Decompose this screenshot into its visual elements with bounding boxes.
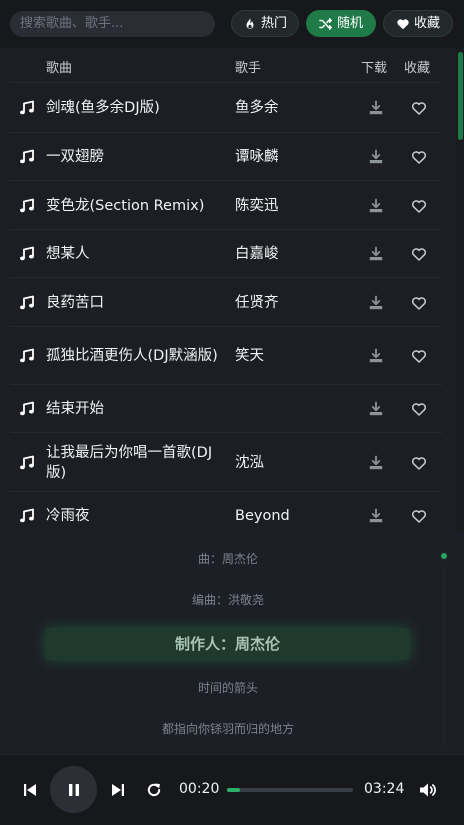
download-icon[interactable] — [368, 100, 384, 116]
favorite-heart-icon[interactable] — [411, 401, 427, 417]
song-title[interactable]: 想某人 — [46, 244, 228, 264]
fire-icon — [246, 17, 254, 29]
song-artist: 陈奕迅 — [235, 198, 279, 214]
progress-bar[interactable] — [227, 788, 353, 792]
song-artist: 鱼多余 — [235, 100, 279, 116]
favorite-heart-icon[interactable] — [411, 246, 427, 262]
table-row[interactable]: 冷雨夜 Beyond — [10, 491, 442, 532]
volume-button[interactable] — [418, 781, 438, 799]
total-time: 03:24 — [364, 781, 405, 797]
download-icon[interactable] — [368, 246, 384, 262]
lyric-line: 编曲：洪敬尧 — [191, 593, 264, 607]
favorite-heart-icon[interactable] — [411, 508, 427, 524]
pause-icon — [68, 783, 79, 796]
favorite-heart-icon[interactable] — [411, 455, 427, 471]
favorite-heart-icon[interactable] — [411, 348, 427, 364]
song-title[interactable]: 良药苦口 — [46, 293, 228, 313]
filter-random-button[interactable]: 随机 — [306, 10, 376, 37]
song-artist: Beyond — [235, 508, 290, 524]
header-download: 下载 — [361, 61, 388, 76]
song-title[interactable]: 剑魂(鱼多余DJ版) — [46, 98, 228, 118]
song-title[interactable]: 一双翅膀 — [46, 147, 228, 167]
shuffle-icon — [319, 17, 332, 30]
music-note-icon — [20, 295, 34, 309]
header-song: 歌曲 — [46, 61, 73, 76]
song-title[interactable]: 结束开始 — [46, 399, 228, 419]
progress-fill — [227, 788, 240, 792]
favorite-heart-icon[interactable] — [411, 198, 427, 214]
filter-hot-label: 热门 — [260, 16, 287, 31]
table-row[interactable]: 孤独比酒更伤人(DJ默涵版) 笑天 — [10, 326, 442, 384]
song-title[interactable]: 冷雨夜 — [46, 506, 228, 526]
download-icon[interactable] — [368, 149, 384, 165]
top-bar: 搜索歌曲、歌手... 热门 随机 收藏 — [0, 0, 464, 48]
table-row[interactable]: 变色龙(Section Remix) 陈奕迅 — [10, 180, 442, 229]
favorite-heart-icon[interactable] — [411, 100, 427, 116]
download-icon[interactable] — [368, 198, 384, 214]
lyric-line: 都指向你铩羽而归的地方 — [161, 722, 294, 736]
table-row[interactable]: 让我最后为你唱一首歌(DJ版) 沈泓 — [10, 432, 442, 491]
music-note-icon — [20, 348, 34, 363]
filter-hot-button[interactable]: 热门 — [231, 10, 299, 37]
music-note-icon — [20, 100, 34, 115]
music-note-icon — [20, 401, 34, 416]
search-input[interactable]: 搜索歌曲、歌手... — [10, 11, 215, 37]
song-artist: 谭咏麟 — [235, 149, 279, 165]
song-artist: 沈泓 — [235, 455, 264, 471]
lyric-line: 时间的箭头 — [197, 681, 258, 695]
music-note-icon — [20, 149, 34, 164]
player-bar: 00:20 03:24 — [0, 754, 464, 825]
heart-icon — [397, 18, 409, 29]
filter-random-label: 随机 — [336, 16, 363, 31]
music-note-icon — [20, 455, 34, 469]
table-scroll-thumb[interactable] — [458, 52, 463, 140]
lyrics-scrollbar[interactable] — [442, 566, 445, 746]
repeat-button[interactable] — [145, 781, 163, 799]
song-title[interactable]: 变色龙(Section Remix) — [46, 196, 228, 216]
header-artist: 歌手 — [235, 61, 262, 76]
download-icon[interactable] — [368, 508, 384, 524]
download-icon[interactable] — [368, 455, 384, 471]
favorite-heart-icon[interactable] — [411, 149, 427, 165]
lyric-line: 曲：周杰伦 — [197, 552, 258, 566]
lyrics-scroll-thumb[interactable] — [441, 553, 447, 559]
music-note-icon — [20, 508, 34, 523]
song-artist: 白嘉峻 — [235, 246, 279, 262]
table-header: 歌曲 歌手 下载 收藏 — [0, 48, 456, 82]
next-track-button[interactable] — [110, 782, 126, 798]
lyrics-panel: 曲：周杰伦 编曲：洪敬尧 制作人：周杰伦 时间的箭头 都指向你铩羽而归的地方 — [0, 532, 464, 754]
song-title[interactable]: 让我最后为你唱一首歌(DJ版) — [46, 443, 228, 483]
current-time: 00:20 — [179, 781, 220, 797]
play-pause-button[interactable] — [50, 766, 97, 813]
download-icon[interactable] — [368, 348, 384, 364]
favorite-heart-icon[interactable] — [411, 295, 427, 311]
table-row[interactable]: 良药苦口 任贤齐 — [10, 277, 442, 326]
header-favorite: 收藏 — [404, 61, 431, 76]
filter-favorites-label: 收藏 — [413, 16, 440, 31]
table-row[interactable]: 结束开始 — [10, 384, 442, 432]
table-row[interactable]: 想某人 白嘉峻 — [10, 229, 442, 277]
lyric-line-active: 制作人：周杰伦 — [45, 628, 410, 660]
music-note-icon — [20, 246, 34, 261]
song-title[interactable]: 孤独比酒更伤人(DJ默涵版) — [46, 346, 228, 366]
table-row[interactable]: 一双翅膀 谭咏麟 — [10, 132, 442, 180]
download-icon[interactable] — [368, 295, 384, 311]
filter-favorites-button[interactable]: 收藏 — [383, 10, 453, 37]
previous-track-button[interactable] — [22, 782, 38, 798]
music-note-icon — [20, 198, 34, 212]
table-row[interactable]: 剑魂(鱼多余DJ版) 鱼多余 — [10, 82, 442, 132]
song-artist: 任贤齐 — [235, 295, 279, 311]
song-table: 歌曲 歌手 下载 收藏 剑魂(鱼多余DJ版) 鱼多余 一双翅膀 谭咏麟 变色龙(Sect… — [0, 48, 456, 532]
download-icon[interactable] — [368, 401, 384, 417]
song-artist: 笑天 — [235, 348, 264, 364]
